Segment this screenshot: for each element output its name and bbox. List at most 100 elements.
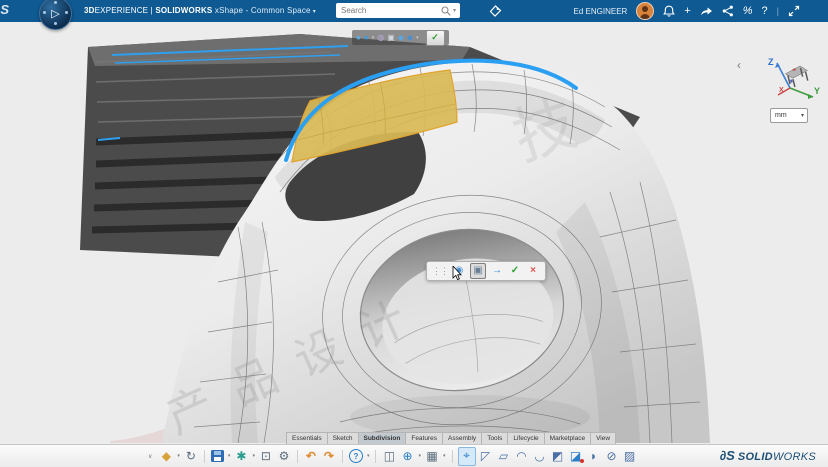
search-input[interactable] <box>336 6 439 15</box>
refresh-button[interactable]: ↻ <box>183 448 199 465</box>
display-style-caret-icon[interactable]: ▾ <box>372 35 375 41</box>
web-browser-caret-icon[interactable]: ▾ <box>418 453 421 459</box>
redo-button[interactable]: ↷ <box>321 448 337 465</box>
compass-apps-button[interactable]: ✱ <box>233 448 249 465</box>
add-icon[interactable]: + <box>684 0 690 22</box>
logo-solid: SOLID <box>738 451 773 463</box>
toolbar-separator <box>342 450 343 463</box>
brand-solidworks: SOLIDWORKS <box>155 6 212 15</box>
top-bar: ∂S 3DEXPERIENCE | SOLIDWORKS xShape - Co… <box>0 0 828 22</box>
view-triad[interactable]: Z Y X <box>763 54 821 109</box>
viewport[interactable]: 产品设计 技 <box>0 22 828 443</box>
compass-apps-caret-icon[interactable]: ▾ <box>252 453 255 459</box>
search-box: ▾ <box>336 3 460 18</box>
context-toolbar: ⋮⋮ ◉ ▣ → ✓ × <box>426 261 546 281</box>
extrude-tool-button[interactable]: ◸ <box>478 448 494 465</box>
cage-tool-button[interactable]: ▨ <box>622 448 638 465</box>
tag-icon[interactable] <box>489 5 502 18</box>
toolbar-separator <box>204 450 205 463</box>
search-icon[interactable] <box>441 6 451 16</box>
export-button[interactable]: ⊡ <box>258 448 274 465</box>
save-caret-icon[interactable]: ▾ <box>228 453 231 459</box>
units-dropdown[interactable]: mm ▾ <box>770 108 808 123</box>
accept-icon[interactable]: ✓ <box>508 264 522 278</box>
face-tool-button[interactable]: ▱ <box>496 448 512 465</box>
drag-handle[interactable]: ⋮⋮ <box>432 266 448 277</box>
action-bar-tabs: Essentials Sketch Subdivision Features A… <box>286 432 615 444</box>
modify-tool-icon[interactable]: ◉ <box>452 264 466 278</box>
web-browser-button[interactable]: ⊕ <box>399 448 415 465</box>
cancel-icon[interactable]: × <box>526 264 540 278</box>
solidworks-logo: ∂SSOLIDWORKS <box>720 447 816 465</box>
help-icon[interactable]: ? <box>762 0 768 22</box>
continue-arrow-icon[interactable]: → <box>490 264 504 278</box>
view-options-caret-icon[interactable]: ▾ <box>416 35 419 41</box>
new-design-caret-icon[interactable]: ▾ <box>177 453 180 459</box>
display-style-alt-icon[interactable]: ● <box>364 30 369 45</box>
icon-divider: | <box>777 6 779 16</box>
offset-tool-button[interactable]: ◪ <box>568 448 584 465</box>
display-style-icon[interactable]: ● <box>356 30 361 45</box>
confirm-button[interactable]: ✓ <box>426 30 445 46</box>
share-icon[interactable] <box>700 6 713 17</box>
notifications-icon[interactable] <box>663 5 675 17</box>
snapshot-icon[interactable]: ▣ <box>387 30 395 45</box>
new-design-button[interactable]: ◆ <box>158 448 174 465</box>
workspace-caret-icon[interactable]: ▾ <box>313 9 316 15</box>
viewport-mini-toolbar: ● ● ▾ ◍ ▣ ◆ ◆ ▾ ✓ <box>352 30 449 45</box>
help-button[interactable]: ? <box>349 449 363 463</box>
action-bar: ∨ ◆ ▾ ↻ ▾ ✱ ▾ ⊡ ⚙ ↶ ↷ ? ▾ ◫ ⊕ ▾ ▦ ▾ ⌖ ◸ … <box>0 444 828 467</box>
axis-x-label: X <box>779 87 784 94</box>
3ds-logo-mark: ∂S <box>720 448 735 463</box>
bridge-tool-button[interactable]: ◠ <box>514 448 530 465</box>
view-options-icon[interactable]: ◆ <box>407 30 413 45</box>
match-tool-icon[interactable]: ▣ <box>470 263 486 279</box>
search-caret-icon[interactable]: ▾ <box>453 7 456 14</box>
tab-marketplace[interactable]: Marketplace <box>544 432 591 444</box>
save-button[interactable] <box>211 450 224 462</box>
expand-icon[interactable] <box>788 5 800 17</box>
settings-gear-button[interactable]: ⚙ <box>276 448 292 465</box>
app-window: 产品设计 技 ● ● ▾ ◍ ▣ ◆ ◆ ▾ ✓ ⋮⋮ ◉ ▣ → ✓ × ‹ <box>0 0 828 467</box>
avatar[interactable] <box>636 2 654 20</box>
manipulator-button[interactable]: ⌖ <box>458 447 476 466</box>
tab-features[interactable]: Features <box>405 432 443 444</box>
brand-3d: 3D <box>84 6 95 15</box>
crown-tool-button[interactable]: ◡ <box>532 448 548 465</box>
undo-button[interactable]: ↶ <box>303 448 319 465</box>
toolbar-overflow-chevron[interactable]: ∨ <box>148 453 152 460</box>
view-modes-caret-icon[interactable]: ▾ <box>443 453 446 459</box>
compass-play-icon[interactable]: ▷ <box>40 0 71 29</box>
top-bar-right: Ed ENGINEER + % ? | <box>574 0 828 22</box>
axis-y-label: Y <box>814 86 820 96</box>
user-name[interactable]: Ed ENGINEER <box>574 7 628 16</box>
3dexperience-compass[interactable]: ▷ <box>39 0 72 30</box>
units-caret-icon: ▾ <box>801 112 807 119</box>
toolbar-separator <box>452 450 453 463</box>
toolbar-separator <box>375 450 376 463</box>
tab-assembly[interactable]: Assembly <box>442 432 482 444</box>
tab-tools[interactable]: Tools <box>481 432 508 444</box>
tab-subdivision[interactable]: Subdivision <box>358 432 407 444</box>
help-caret-icon[interactable]: ▾ <box>367 453 370 459</box>
panels-button[interactable]: ◫ <box>381 448 397 465</box>
thicken-tool-button[interactable]: ◩ <box>550 448 566 465</box>
section-view-icon[interactable]: ◆ <box>398 30 404 45</box>
collaboration-icon[interactable]: % <box>743 0 753 22</box>
toolbar-separator <box>297 450 298 463</box>
share-network-icon[interactable] <box>722 5 734 17</box>
logo-works: WORKS <box>773 451 816 463</box>
collapse-panel-chevron[interactable]: ‹ <box>737 58 741 72</box>
trim-tool-button[interactable]: ⊘ <box>604 448 620 465</box>
tab-sketch[interactable]: Sketch <box>327 432 359 444</box>
visibility-filter-icon[interactable]: ◍ <box>377 30 384 45</box>
tab-lifecycle[interactable]: Lifecycle <box>507 432 544 444</box>
tab-essentials[interactable]: Essentials <box>286 432 328 444</box>
app-title: 3DEXPERIENCE | SOLIDWORKS xShape - Commo… <box>84 0 316 22</box>
workspace-name[interactable]: xShape - Common Space <box>212 6 310 15</box>
tab-view[interactable]: View <box>590 432 616 444</box>
bend-tool-button[interactable]: ◗ <box>586 448 602 465</box>
view-modes-button[interactable]: ▦ <box>424 448 440 465</box>
units-value: mm <box>771 112 801 119</box>
3d-scene[interactable] <box>0 22 828 443</box>
